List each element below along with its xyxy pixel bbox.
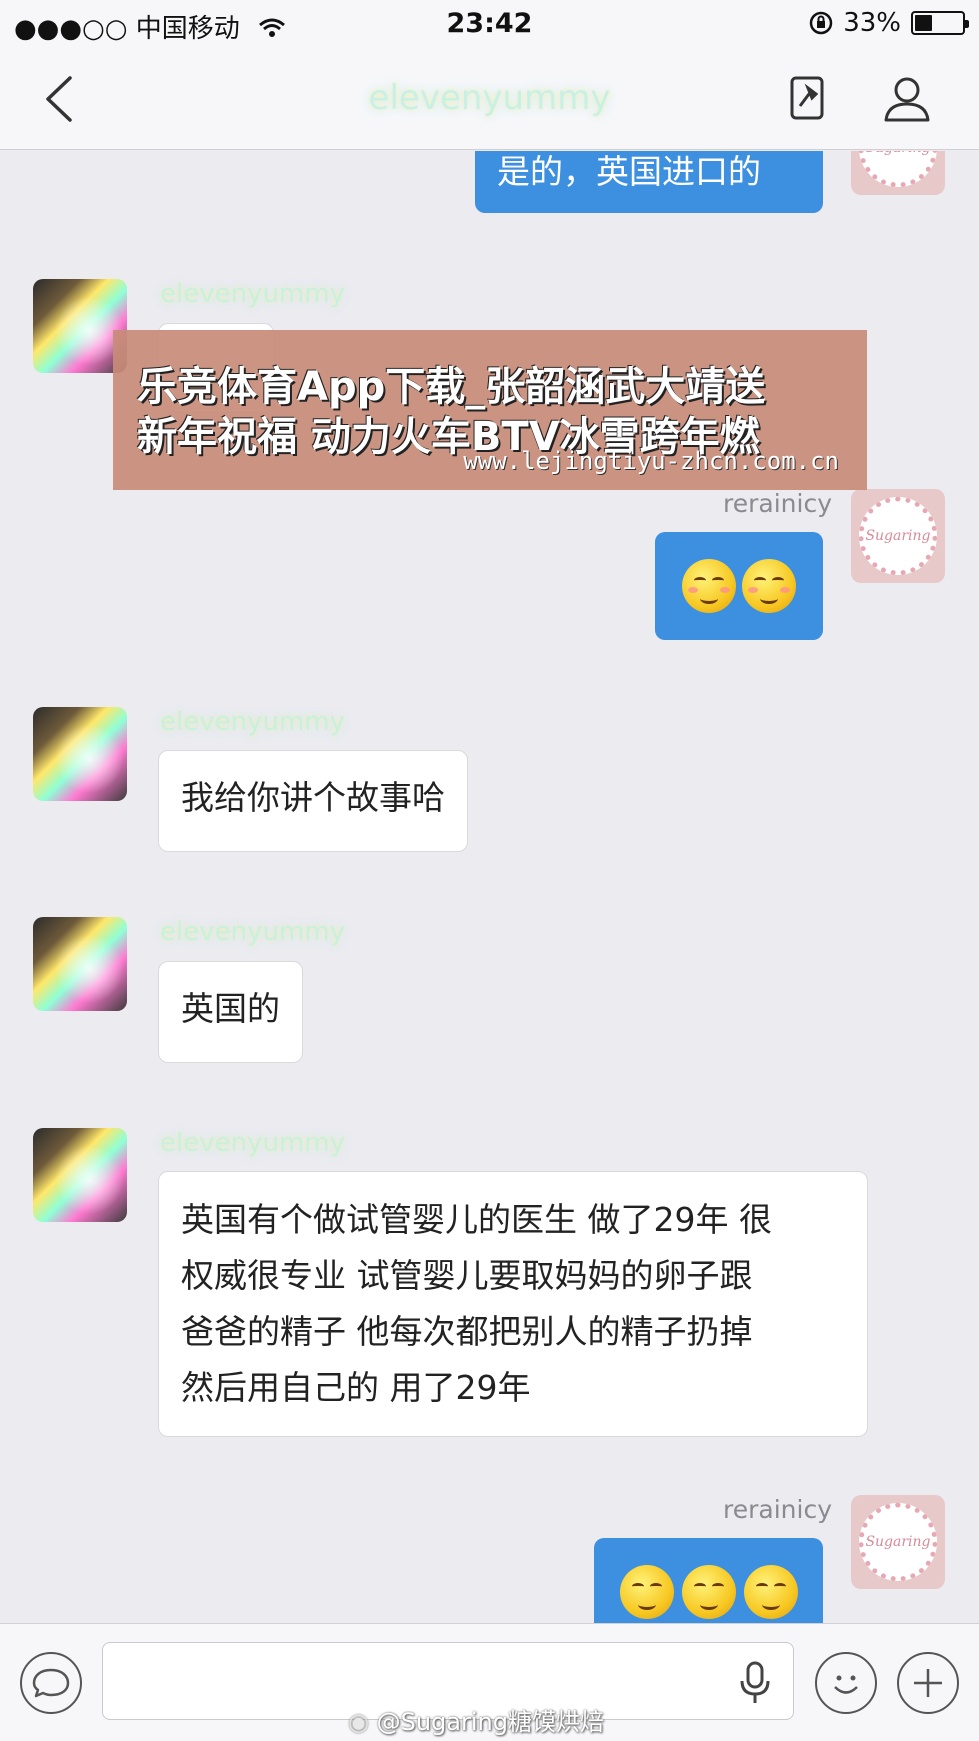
message-line: 然后用自己的 用了29年 bbox=[181, 1368, 531, 1407]
sender-name: elevenyummy bbox=[160, 707, 345, 737]
message-text: 英国的 bbox=[181, 989, 280, 1028]
glasses-emoji-icon bbox=[681, 1565, 736, 1619]
avatar[interactable]: Sugaring bbox=[851, 151, 945, 195]
more-button[interactable] bbox=[897, 1652, 959, 1714]
message-line: 爸爸的精子 他每次都把别人的精子扔掉 bbox=[181, 1312, 753, 1351]
message-text: 我给你讲个故事哈 bbox=[181, 778, 445, 817]
voice-toggle-button[interactable] bbox=[20, 1652, 82, 1714]
sender-name: elevenyummy bbox=[160, 917, 345, 947]
glasses-emoji-icon bbox=[743, 1565, 798, 1619]
ad-banner: 乐竞体育App下载_张韶涵武大靖送 新年祝福 动力火车BTV冰雪跨年燃 www.… bbox=[113, 330, 867, 490]
avatar-logo: Sugaring bbox=[859, 497, 937, 575]
avatar[interactable]: Sugaring bbox=[851, 1495, 945, 1589]
avatar-label: Sugaring bbox=[865, 151, 930, 156]
sender-name: rerainicy bbox=[723, 489, 832, 518]
card-icon[interactable] bbox=[790, 76, 824, 120]
weibo-watermark: ◉ @Sugaring糖馍烘焙 bbox=[348, 1702, 604, 1737]
sender-name: rerainicy bbox=[723, 1495, 832, 1524]
sender-name: elevenyummy bbox=[160, 1128, 345, 1158]
speech-bubble-icon bbox=[32, 1668, 70, 1698]
battery-area: 33% bbox=[809, 8, 969, 38]
smile-emoji-icon bbox=[742, 559, 796, 613]
emoji-button[interactable] bbox=[815, 1652, 877, 1714]
avatar[interactable]: Sugaring bbox=[851, 489, 945, 583]
battery-cap bbox=[965, 20, 969, 28]
message-bubble-outgoing[interactable] bbox=[655, 532, 823, 640]
message-line: 权威很专业 试管婴儿要取妈妈的卵子跟 bbox=[181, 1256, 753, 1295]
battery-percent: 33% bbox=[843, 8, 901, 38]
smile-emoji-icon bbox=[682, 559, 736, 613]
nav-bar: elevenyummy bbox=[0, 50, 979, 150]
banner-url: www.lejingtiyu-zhcn.com.cn bbox=[463, 447, 839, 475]
battery-icon bbox=[911, 11, 969, 35]
glasses-emoji-icon bbox=[619, 1565, 674, 1619]
person-icon[interactable] bbox=[882, 74, 932, 124]
watermark-text: @Sugaring糖馍烘焙 bbox=[376, 1708, 604, 1736]
input-bar: ◉ @Sugaring糖馍烘焙 bbox=[0, 1623, 979, 1741]
message-bubble-outgoing[interactable] bbox=[594, 1538, 823, 1623]
plus-icon bbox=[914, 1669, 942, 1697]
avatar-logo: Sugaring bbox=[859, 1503, 937, 1581]
avatar[interactable] bbox=[33, 917, 127, 1011]
message-bubble-incoming[interactable]: 英国有个做试管婴儿的医生 做了29年 很 权威很专业 试管婴儿要取妈妈的卵子跟 … bbox=[158, 1171, 868, 1437]
battery-fill bbox=[915, 15, 932, 31]
avatar[interactable] bbox=[33, 707, 127, 801]
sender-name: elevenyummy bbox=[160, 279, 345, 309]
message-bubble-incoming[interactable]: 我给你讲个故事哈 bbox=[158, 750, 468, 852]
rotation-lock-icon bbox=[809, 11, 833, 35]
smiley-icon bbox=[834, 1675, 858, 1694]
avatar-logo: Sugaring bbox=[859, 151, 937, 187]
message-bubble-incoming[interactable]: 英国的 bbox=[158, 961, 303, 1063]
chat-title: elevenyummy bbox=[368, 78, 611, 118]
weibo-logo-icon: ◉ bbox=[348, 1708, 369, 1736]
message-line: 英国有个做试管婴儿的医生 做了29年 很 bbox=[181, 1200, 772, 1239]
avatar[interactable] bbox=[33, 1128, 127, 1222]
message-text: 是的，英国进口的 bbox=[497, 152, 761, 191]
avatar-label: Sugaring bbox=[865, 1534, 931, 1550]
message-bubble-outgoing[interactable]: 是的，英国进口的 bbox=[475, 151, 823, 213]
microphone-icon[interactable] bbox=[739, 1661, 771, 1705]
status-bar: ●●●○○ 中国移动 23:42 33% bbox=[0, 0, 979, 50]
avatar-label: Sugaring bbox=[865, 528, 931, 544]
